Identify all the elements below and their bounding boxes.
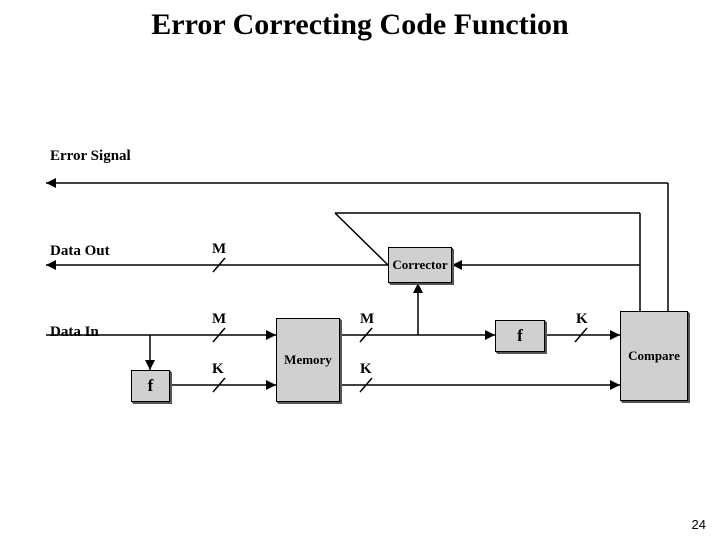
bus-label-k-1: K <box>212 361 224 378</box>
block-corrector: Corrector <box>388 247 452 283</box>
bus-label-m-1: M <box>212 241 226 258</box>
block-memory: Memory <box>276 318 340 402</box>
label-error-signal: Error Signal <box>50 148 131 165</box>
bus-label-k-3: K <box>576 311 588 328</box>
page-number: 24 <box>692 517 706 532</box>
label-data-in: Data In <box>50 324 99 341</box>
block-compare: Compare <box>620 311 688 401</box>
bus-label-m-2: M <box>212 311 226 328</box>
label-data-out: Data Out <box>50 243 110 260</box>
diagram-lines <box>0 0 720 540</box>
block-f-right: f <box>495 320 545 352</box>
bus-label-m-3: M <box>360 311 374 328</box>
block-f-left: f <box>131 370 170 402</box>
bus-label-k-2: K <box>360 361 372 378</box>
